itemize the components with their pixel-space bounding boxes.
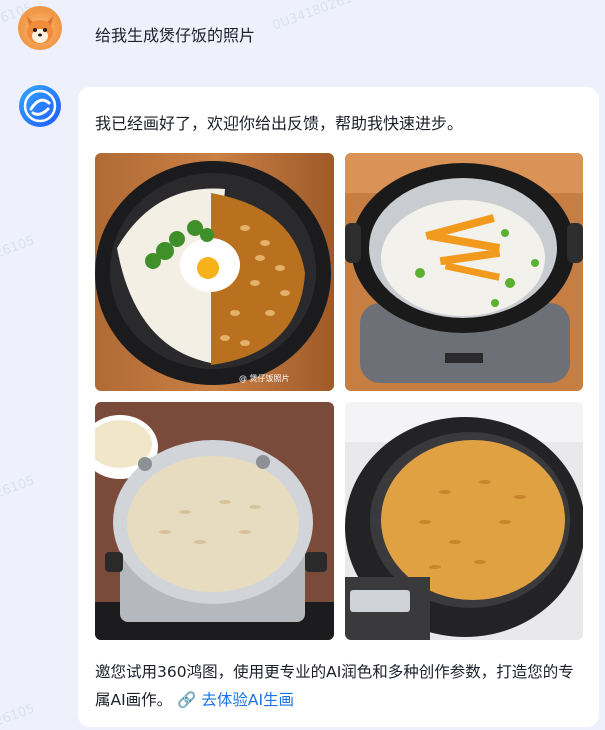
generated-image-3[interactable] — [95, 402, 334, 640]
try-ai-image-link[interactable]: 🔗 去体验AI生画 — [177, 691, 294, 709]
link-icon: 🔗 — [177, 691, 197, 709]
assistant-avatar — [19, 85, 61, 127]
promo-message: 邀您试用360鸿图，使用更专业的AI润色和多种创作参数，打造您的专属AI画作。 … — [95, 658, 585, 714]
generated-image-2[interactable] — [345, 153, 583, 391]
assistant-message: 我已经画好了，欢迎你给出反馈，帮助我快速进步。 — [95, 114, 464, 133]
generated-image-1[interactable]: @ 煲仔饭照片 — [95, 153, 334, 391]
user-avatar — [18, 6, 62, 50]
watermark: 0U3418026105 — [270, 0, 371, 34]
promo-text: 邀您试用360鸿图，使用更专业的AI润色和多种创作参数，打造您的专属AI画作。 — [95, 663, 574, 709]
try-ai-image-label: 去体验AI生画 — [201, 691, 295, 709]
watermark: 26105 — [0, 473, 37, 502]
watermark: 26105 — [0, 233, 37, 262]
assistant-logo-icon — [23, 89, 57, 123]
svg-text:@ 煲仔饭照片: @ 煲仔饭照片 — [239, 373, 290, 383]
user-message: 给我生成煲仔饭的照片 — [95, 26, 256, 45]
generated-image-4[interactable] — [345, 402, 583, 640]
fox-icon — [27, 16, 53, 44]
watermark: 26105 — [0, 701, 37, 730]
